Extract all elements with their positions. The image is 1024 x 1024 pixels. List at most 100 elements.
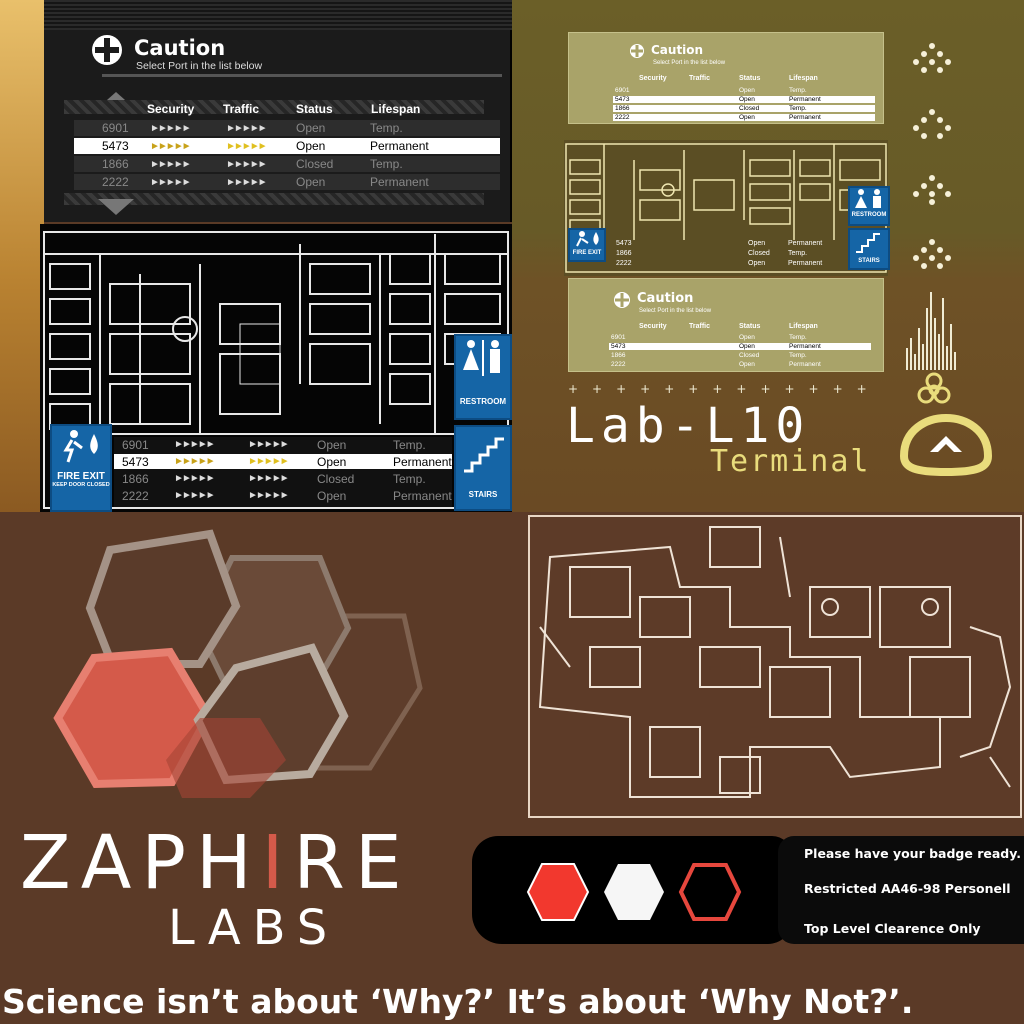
lifespan-text: Temp.: [789, 334, 807, 341]
terminal-subtitle: Terminal: [710, 444, 871, 479]
status-text: Open: [739, 87, 755, 94]
restroom-label: RESTROOM: [851, 212, 887, 218]
port-number: 2222: [611, 361, 626, 368]
lifespan-text: Temp.: [789, 87, 807, 94]
caution-subtitle: Select Port in the list below: [136, 60, 263, 72]
port-row[interactable]: 1866 ►►►►► ►►►►► Closed Temp.: [74, 156, 500, 172]
fire-exit-icon: [63, 430, 98, 463]
lifespan-text: Temp.: [370, 157, 403, 171]
fire-exit-label: FIRE EXIT: [572, 250, 602, 256]
notice-line-2: Restricted AA46-98 Personell: [804, 881, 1011, 896]
port-row[interactable]: 6901 ►►►►► ►►►►► Open Temp.: [114, 437, 452, 452]
port-number: 6901: [122, 437, 149, 452]
status-text: Closed: [739, 105, 760, 112]
stairs-icon: [464, 437, 504, 473]
port-row-selected[interactable]: 5473 Open Permanent: [609, 343, 871, 350]
traffic-level: ►►►►►: [226, 140, 267, 152]
lifespan-text: Temp.: [370, 121, 403, 135]
port-number: 1866: [122, 471, 149, 486]
status-text: Closed: [317, 471, 355, 486]
status-text: Closed: [739, 352, 760, 359]
port-number: 2222: [122, 488, 149, 503]
stairs-sign-small: STAIRS: [848, 228, 890, 270]
site-map: [528, 515, 1022, 818]
scroll-down-button[interactable]: [94, 196, 138, 220]
fire-exit-sign: FIRE EXIT KEEP DOOR CLOSED: [50, 424, 112, 512]
port-row[interactable]: 2222 ►►►►► ►►►►► Open Permanent: [114, 488, 452, 503]
lifespan-text: Permanent: [370, 175, 429, 189]
port-number: 5473: [616, 240, 632, 247]
restroom-sign: RESTROOM: [454, 334, 512, 420]
port-row[interactable]: 1866 ►►►►► ►►►►► Closed Temp.: [114, 471, 452, 486]
traffic-level: ►►►►►: [248, 490, 289, 501]
status-text: Open: [739, 343, 755, 350]
port-row-selected[interactable]: 5473 ►►►►► ►►►►► Open Permanent: [74, 138, 500, 154]
port-number: 5473: [122, 454, 149, 469]
lifespan-text: Temp.: [788, 250, 808, 257]
lifespan-text: Temp.: [393, 437, 426, 452]
status-text: Open: [317, 488, 347, 503]
brand-sub: LABS: [168, 900, 340, 956]
port-row[interactable]: 1866 Closed Temp.: [609, 352, 871, 359]
terminal-logo-icon: [896, 412, 996, 477]
port-number: 5473: [611, 343, 626, 350]
terminal-panel: Caution Select Port in the list below Se…: [512, 0, 1024, 512]
port-number: 2222: [616, 260, 632, 267]
col-status: Status: [739, 75, 761, 82]
port-row[interactable]: 2222 ►►►►► ►►►►► Open Permanent: [74, 174, 500, 190]
port-number: 1866: [611, 352, 626, 359]
fire-exit-label: FIRE EXIT: [57, 471, 105, 482]
security-level: ►►►►►: [174, 439, 215, 450]
status-text: Open: [748, 260, 766, 267]
caution-title: Caution: [651, 43, 704, 57]
caution-panel-olive-2: Caution Select Port in the list below Se…: [568, 278, 884, 372]
port-row[interactable]: 2222 Open Permanent: [613, 114, 875, 121]
port-list-overlay: 6901 ►►►►► ►►►►► Open Temp. 5473 ►►►►► ►…: [114, 437, 452, 507]
security-level: ►►►►►: [150, 140, 191, 152]
status-hex-white-icon: [604, 864, 664, 920]
status-text: Open: [296, 139, 326, 153]
status-text: Open: [748, 240, 766, 247]
security-level: ►►►►►: [174, 456, 215, 467]
fire-exit-sign-small: FIRE EXIT: [568, 228, 606, 262]
caution-panel: Caution Select Port in the list below Se…: [44, 0, 512, 222]
traffic-level: ►►►►►: [226, 122, 267, 134]
lifespan-text: Permanent: [789, 343, 821, 350]
port-row-selected[interactable]: 5473 ►►►►► ►►►►► Open Permanent: [114, 454, 452, 469]
security-level: ►►►►►: [150, 122, 191, 134]
port-number: 6901: [611, 334, 626, 341]
status-text: Open: [739, 334, 755, 341]
status-text: Open: [739, 361, 755, 368]
port-row[interactable]: 6901 Open Temp.: [613, 87, 875, 94]
stairs-icon: [856, 233, 880, 253]
col-lifespan: Lifespan: [789, 75, 818, 82]
col-traffic: Traffic: [223, 102, 260, 116]
port-row[interactable]: 2222 Open Permanent: [609, 361, 871, 368]
column-headers: Security Traffic Status Lifespan: [613, 75, 875, 83]
olive-port-rows: 5473 Open Permanent 1866 Closed Temp. 2222 Op…: [612, 238, 844, 268]
notice-line-1: Please have your badge ready.: [804, 846, 1021, 861]
lifespan-text: Permanent: [788, 240, 823, 247]
port-row[interactable]: 6901 Open Temp.: [609, 334, 871, 341]
port-row[interactable]: 1866 Closed Temp.: [613, 105, 875, 112]
port-number: 6901: [615, 87, 630, 94]
dot-cluster-column: [904, 40, 960, 280]
caution-icon: [90, 33, 124, 67]
caution-icon: [614, 292, 630, 308]
texture-sheet: Caution Select Port in the list below Se…: [0, 0, 1024, 1024]
traffic-level: ►►►►►: [248, 456, 289, 467]
lifespan-text: Temp.: [789, 352, 807, 359]
status-text: Open: [739, 114, 755, 121]
status-text: Open: [296, 175, 326, 189]
badge-indicator-panel: [472, 836, 792, 944]
restroom-label: RESTROOM: [459, 397, 507, 406]
restroom-icon: [463, 340, 500, 376]
port-row[interactable]: 6901 ►►►►► ►►►►► Open Temp.: [74, 120, 500, 136]
plus-divider: +++++++++++++: [568, 382, 881, 396]
biohazard-icon: [916, 372, 952, 408]
security-level: ►►►►►: [174, 473, 215, 484]
brand-name: ZAPHIRE: [20, 820, 412, 906]
tagline: Science isn’t about ‘Why?’ It’s about ‘W…: [2, 982, 914, 1021]
port-row-selected[interactable]: 5473 Open Permanent: [613, 96, 875, 103]
hazard-stripe: [64, 100, 484, 114]
